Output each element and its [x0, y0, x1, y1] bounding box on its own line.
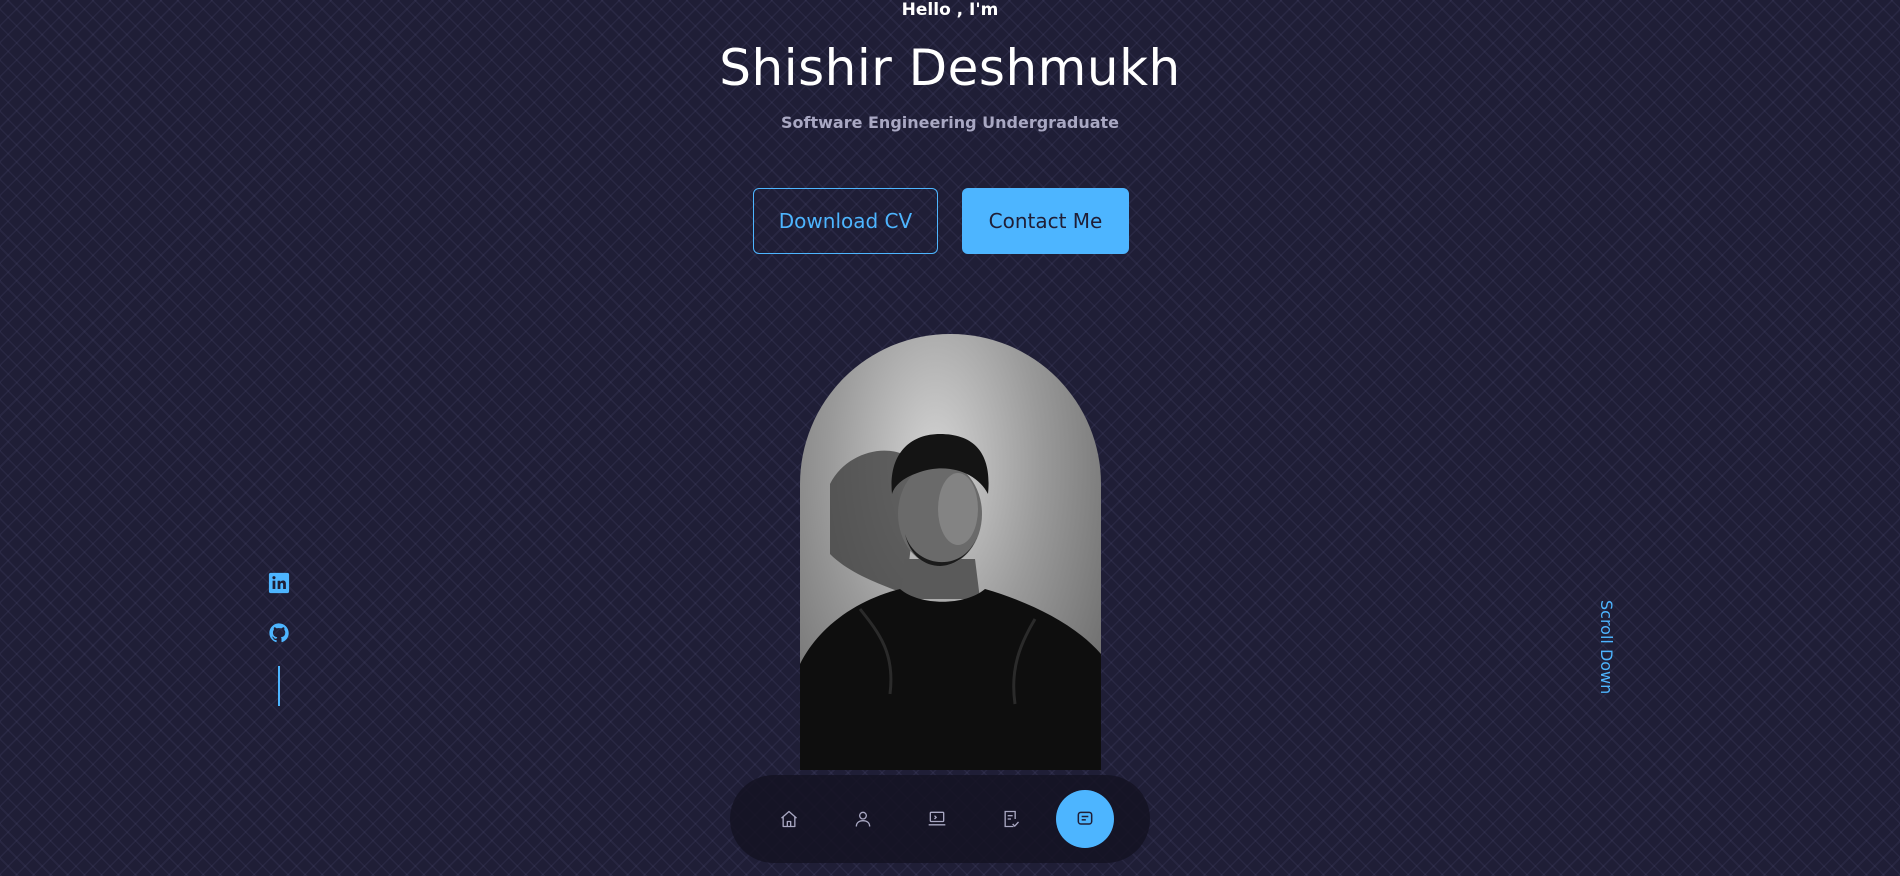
contact-me-button[interactable]: Contact Me — [962, 188, 1129, 254]
home-icon — [781, 810, 797, 828]
bottom-nav — [730, 775, 1150, 863]
download-cv-button[interactable]: Download CV — [753, 188, 938, 254]
scroll-down-link[interactable]: Scroll Down — [1592, 600, 1622, 710]
social-divider-line — [278, 666, 280, 706]
subtitle-text: Software Engineering Undergraduate — [780, 113, 1119, 132]
social-links — [268, 572, 290, 706]
nav-home[interactable] — [760, 790, 818, 848]
github-icon[interactable] — [268, 622, 290, 644]
nav-about[interactable] — [834, 790, 892, 848]
nav-services[interactable] — [982, 790, 1040, 848]
linkedin-icon[interactable] — [268, 572, 290, 594]
user-icon — [855, 811, 871, 827]
document-check-icon — [1004, 810, 1019, 828]
nav-contact[interactable] — [1056, 790, 1114, 848]
profile-photo — [800, 334, 1101, 770]
scroll-down-label[interactable]: Scroll Down — [1597, 600, 1616, 710]
greeting-text: Hello , I'm — [901, 0, 999, 20]
page-title: Shishir Deshmukh — [719, 39, 1181, 97]
nav-experience[interactable] — [908, 790, 966, 848]
message-icon — [1077, 811, 1093, 825]
laptop-icon — [928, 811, 946, 826]
